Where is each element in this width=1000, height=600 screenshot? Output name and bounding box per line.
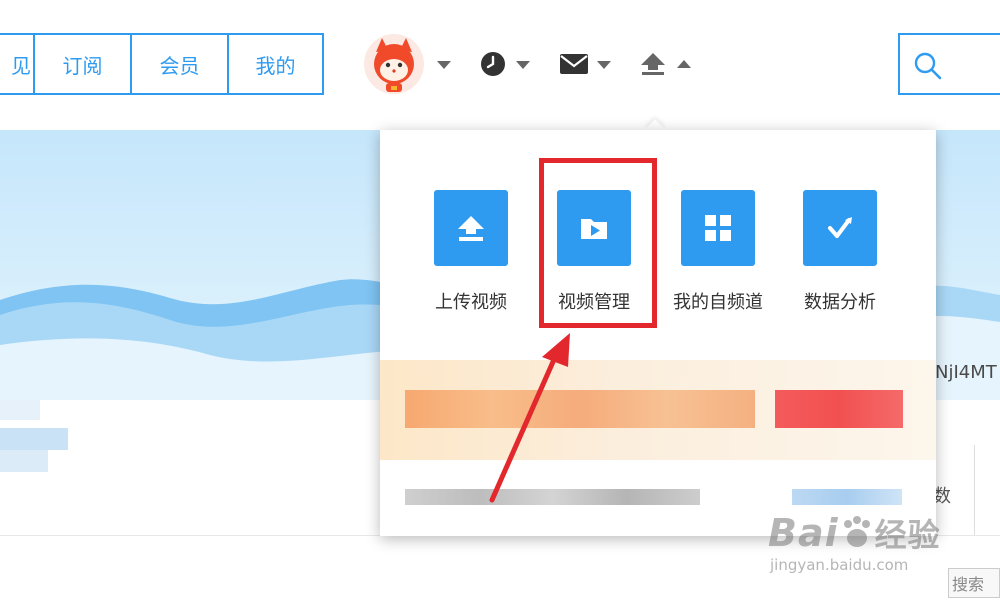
baidu-watermark: Bai 经验 [768,510,941,556]
upload-video-button[interactable] [434,190,508,266]
column-divider [974,445,975,535]
search-button-label: 搜索 [952,575,985,594]
search-box[interactable] [898,33,1000,95]
search-icon[interactable] [914,52,942,80]
grid-icon [705,215,731,241]
upload-icon[interactable] [641,53,665,79]
tab-subscribe[interactable]: 订阅 [33,33,130,95]
upload-chevron-up-icon[interactable] [677,60,691,68]
tab-label: 我的 [255,53,296,78]
watermark-brand: Bai [768,511,839,555]
blurred-info [0,400,70,475]
tab-label: 订阅 [62,53,103,78]
tab-partial[interactable]: 见 [0,33,35,95]
avatar-chevron-down-icon[interactable] [437,61,451,69]
history-chevron-down-icon[interactable] [516,61,530,69]
paw-icon [843,516,870,547]
tab-label: 会员 [159,53,200,78]
tab-membership[interactable]: 会员 [130,33,227,95]
tab-label: 见 [11,53,31,78]
mail-chevron-down-icon[interactable] [597,61,611,69]
upload-icon [458,216,484,241]
blurred-promo-button [775,390,903,428]
search-button[interactable]: 搜索 [948,568,1000,598]
promo-banner[interactable] [380,360,936,460]
my-channel-button[interactable] [681,190,755,266]
data-analysis-button[interactable] [803,190,877,266]
mail-icon[interactable] [560,54,588,78]
blurred-promo-text [405,390,755,428]
avatar[interactable] [364,34,424,94]
watermark-brand2: 经验 [874,516,941,554]
upload-dropdown: 上传视频 视频管理 我的自频道 数据分析 [380,130,936,536]
channel-code-text: NjI4MT [935,362,997,383]
fox-avatar-icon [374,38,414,92]
tab-mine[interactable]: 我的 [227,33,324,95]
annotation-arrow [489,333,570,503]
data-analysis-label: 数据分析 [804,292,876,313]
watermark-url: jingyan.baidu.com [770,556,909,574]
upload-video-label: 上传视频 [435,292,507,313]
blurred-footer-link[interactable] [792,489,902,505]
clock-icon[interactable] [480,51,506,81]
chart-check-icon [828,217,852,238]
my-channel-label: 我的自频道 [673,292,763,313]
highlight-box [539,158,657,328]
